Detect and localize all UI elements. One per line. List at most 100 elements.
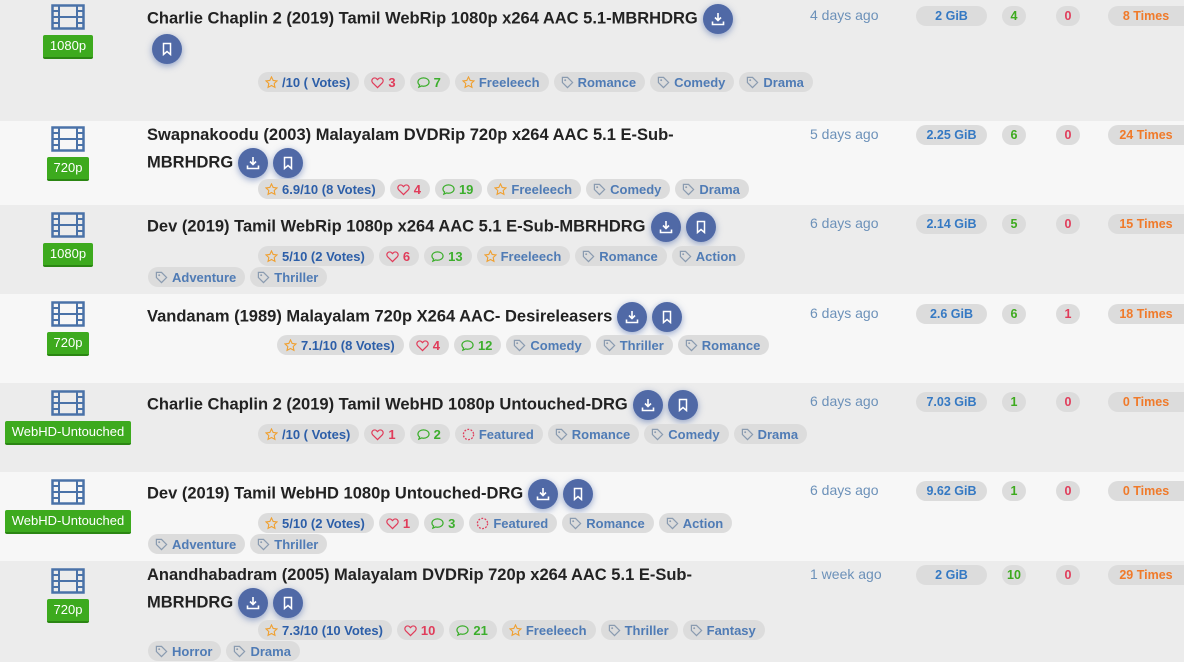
genre-tag[interactable]: Fantasy (682, 620, 765, 640)
torrent-title-cell: Charlie Chaplin 2 (2019) Tamil WebHD 108… (147, 390, 847, 420)
torrent-title-cell: Swapnakoodu (2003) Malayalam DVDRip 720p… (147, 123, 757, 178)
heart-icon (404, 624, 421, 637)
genre-tag[interactable]: Adventure (148, 267, 246, 287)
genre-tag[interactable]: Comedy (506, 335, 591, 355)
comments-badge[interactable]: 7 (409, 72, 450, 92)
torrent-title-link[interactable]: Dev (2019) Tamil WebHD 1080p Untouched-D… (147, 484, 523, 502)
torrent-title-link[interactable]: Charlie Chaplin 2 (2019) Tamil WebRip 10… (147, 9, 698, 27)
size-badge: 2.14 GiB (916, 214, 987, 234)
likes-badge[interactable]: 4 (408, 335, 449, 355)
download-button[interactable] (702, 4, 733, 34)
genre-tag[interactable]: Action (658, 513, 733, 533)
download-button[interactable] (650, 212, 681, 242)
resolution-badge[interactable]: WebHD-Untouched (4, 510, 132, 534)
likes-badge[interactable]: 10 (396, 620, 445, 640)
comments-badge[interactable]: 19 (434, 179, 483, 199)
completed-badge: 24 Times (1108, 125, 1184, 145)
category-cell[interactable]: 720p (0, 301, 136, 356)
comments-badge[interactable]: 12 (453, 335, 502, 355)
category-cell[interactable]: 1080p (0, 4, 136, 59)
category-cell[interactable]: 720p (0, 126, 136, 181)
rating-badge[interactable]: 7.3/10 (10 Votes) (258, 620, 392, 640)
genre-tag[interactable]: Horror (148, 641, 222, 661)
seeders-badge: 6 (1002, 304, 1026, 324)
genre-tag[interactable]: Romance (553, 72, 646, 92)
bookmark-button[interactable] (652, 302, 683, 332)
comment-icon (461, 339, 478, 352)
download-icon (641, 398, 655, 412)
rating-badge[interactable]: 5/10 (2 Votes) (258, 513, 374, 533)
freeleech-badge[interactable]: Freeleech (454, 72, 549, 92)
category-cell[interactable]: 1080p (0, 212, 136, 267)
genre-tag[interactable]: Thriller (250, 267, 328, 287)
rating-badge[interactable]: 7.1/10 (8 Votes) (277, 335, 404, 355)
tag-icon (561, 76, 578, 89)
download-button[interactable] (528, 479, 559, 509)
tag-icon (685, 339, 702, 352)
likes-badge[interactable]: 1 (364, 424, 405, 444)
comments-badge[interactable]: 3 (424, 513, 465, 533)
category-cell[interactable]: WebHD-Untouched (0, 479, 136, 534)
genre-tag[interactable]: Drama (739, 72, 813, 92)
genre-tag[interactable]: Romance (677, 335, 770, 355)
likes-badge[interactable]: 3 (364, 72, 405, 92)
genre-tag[interactable]: Action (671, 246, 746, 266)
rating-badge[interactable]: /10 ( Votes) (258, 72, 360, 92)
genre-tag[interactable]: Romance (562, 513, 654, 533)
comments-badge[interactable]: 2 (409, 424, 450, 444)
genre-tag[interactable]: Drama (226, 641, 300, 661)
bookmark-button[interactable] (273, 148, 304, 178)
resolution-badge[interactable]: WebHD-Untouched (4, 421, 132, 445)
bookmark-button[interactable] (273, 588, 304, 618)
bookmark-button[interactable] (152, 34, 182, 64)
rating-badge[interactable]: /10 ( Votes) (258, 424, 360, 444)
genre-tag[interactable]: Thriller (600, 620, 678, 640)
category-cell[interactable]: 720p (0, 568, 136, 623)
leechers-badge: 0 (1056, 565, 1080, 585)
star-icon (265, 623, 282, 637)
genre-tag[interactable]: Drama (733, 424, 808, 444)
resolution-badge[interactable]: 720p (46, 157, 90, 181)
genre-tag[interactable]: Comedy (586, 179, 671, 199)
genre-tag[interactable]: Comedy (644, 424, 729, 444)
resolution-badge[interactable]: 1080p (42, 35, 94, 59)
rating-badge[interactable]: 5/10 (2 Votes) (258, 246, 374, 266)
bookmark-button[interactable] (685, 212, 716, 242)
comments-badge[interactable]: 21 (449, 620, 497, 640)
featured-badge[interactable]: Featured (454, 424, 543, 444)
likes-badge[interactable]: 6 (378, 246, 420, 266)
torrent-title-link[interactable]: Anandhabadram (2005) Malayalam DVDRip 72… (147, 566, 692, 611)
star-icon (265, 249, 282, 263)
comments-badge[interactable]: 13 (424, 246, 472, 266)
likes-badge[interactable]: 4 (389, 179, 430, 199)
torrent-title-link[interactable]: Vandanam (1989) Malayalam 720p X264 AAC-… (147, 307, 612, 325)
download-button[interactable] (632, 390, 663, 420)
resolution-badge[interactable]: 720p (46, 599, 90, 623)
genre-tag[interactable]: Adventure (148, 534, 246, 554)
likes-badge[interactable]: 1 (378, 513, 420, 533)
freeleech-badge[interactable]: Freeleech (501, 620, 596, 640)
torrent-meta-tags: 5/10 (2 Votes) 1 3 Featured Romance Action Adv… (148, 513, 818, 555)
bookmark-button[interactable] (667, 390, 698, 420)
download-button[interactable] (238, 588, 269, 618)
rating-badge[interactable]: 6.9/10 (8 Votes) (258, 179, 385, 199)
torrent-title-link[interactable]: Swapnakoodu (2003) Malayalam DVDRip 720p… (147, 126, 674, 171)
resolution-badge[interactable]: 1080p (42, 243, 94, 267)
freeleech-badge[interactable]: Freeleech (476, 246, 571, 266)
torrent-title-link[interactable]: Charlie Chaplin 2 (2019) Tamil WebHD 108… (147, 395, 628, 413)
featured-badge[interactable]: Featured (469, 513, 558, 533)
genre-tag[interactable]: Romance (575, 246, 667, 266)
torrent-title-link[interactable]: Dev (2019) Tamil WebRip 1080p x264 AAC 5… (147, 217, 646, 235)
download-button[interactable] (617, 302, 648, 332)
completed-badge: 18 Times (1108, 304, 1184, 324)
bookmark-button[interactable] (563, 479, 594, 509)
genre-tag[interactable]: Thriller (595, 335, 673, 355)
freeleech-badge[interactable]: Freeleech (487, 179, 582, 199)
category-cell[interactable]: WebHD-Untouched (0, 390, 136, 445)
genre-tag[interactable]: Thriller (250, 534, 328, 554)
download-button[interactable] (238, 148, 269, 178)
resolution-badge[interactable]: 720p (46, 332, 90, 356)
genre-tag[interactable]: Romance (547, 424, 640, 444)
genre-tag[interactable]: Comedy (650, 72, 735, 92)
genre-tag[interactable]: Drama (675, 179, 749, 199)
